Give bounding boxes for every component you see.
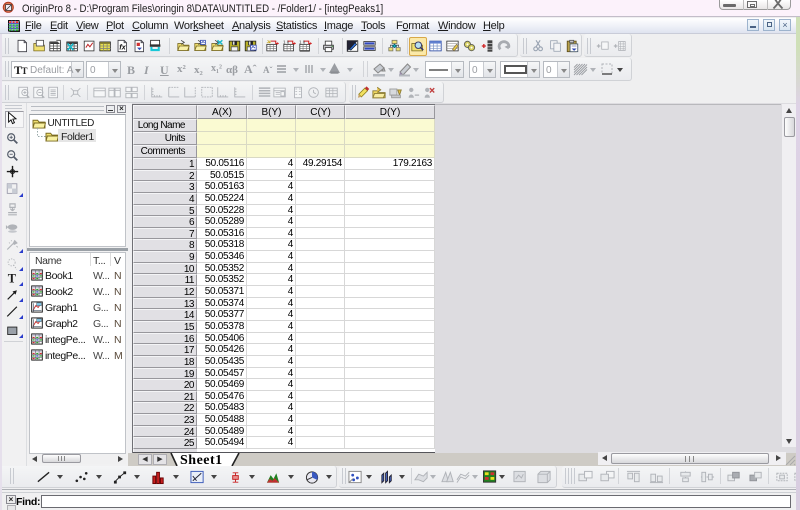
svg-text:fx: fx xyxy=(119,42,126,51)
svg-text:1 8: 1 8 xyxy=(299,40,306,45)
svg-text:T: T xyxy=(8,271,16,285)
svg-text:T: T xyxy=(22,66,28,76)
svg-text:1 8: 1 8 xyxy=(283,40,290,45)
